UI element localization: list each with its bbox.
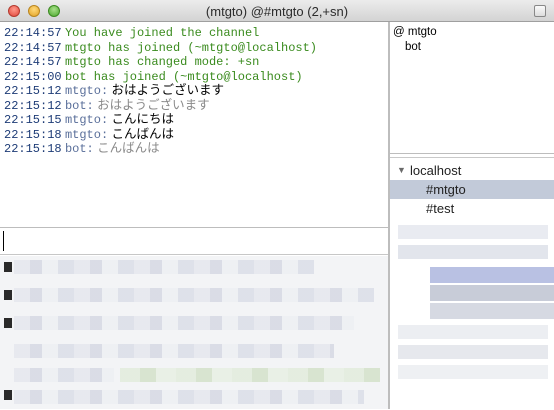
log-line: 22:15:12 mtgto: おはようございます bbox=[0, 83, 388, 98]
blurred-log-region bbox=[0, 256, 388, 409]
timestamp: 22:15:15 bbox=[4, 113, 62, 127]
timestamp: 22:15:18 bbox=[4, 127, 62, 142]
timestamp: 22:15:00 bbox=[4, 69, 62, 84]
log-line: 22:15:12 bot: おはようございます bbox=[0, 98, 388, 113]
blurred-tree-region bbox=[390, 221, 554, 410]
blurred-row bbox=[14, 288, 374, 302]
message-nick[interactable]: mtgto: bbox=[65, 113, 108, 127]
channel-item[interactable]: #mtgto bbox=[390, 180, 554, 199]
channel-name: #test bbox=[426, 201, 455, 216]
system-message: bot has joined (~mtgto@localhost) bbox=[64, 69, 303, 84]
message-input[interactable] bbox=[3, 231, 388, 251]
log-line: 22:14:57 You have joined the channel bbox=[0, 25, 388, 40]
blurred-glyph bbox=[4, 390, 12, 400]
blurred-row bbox=[14, 344, 334, 358]
blurred-row bbox=[14, 390, 364, 404]
blurred-row bbox=[14, 368, 114, 382]
user-list-item[interactable]: @ mtgto bbox=[390, 25, 554, 40]
blurred-row bbox=[14, 316, 354, 330]
system-message: mtgto has changed mode: +sn bbox=[64, 55, 260, 69]
blurred-glyph bbox=[4, 318, 12, 328]
message-nick[interactable]: bot: bbox=[65, 99, 94, 113]
timestamp: 22:14:57 bbox=[4, 26, 62, 40]
timestamp: 22:15:12 bbox=[4, 84, 62, 98]
toolbar-toggle-icon[interactable] bbox=[534, 5, 546, 17]
log-line: 22:14:57 mtgto has joined (~mtgto@localh… bbox=[0, 40, 388, 55]
server-item[interactable]: ▼ localhost bbox=[390, 161, 554, 180]
log-line: 22:14:57 mtgto has changed mode: +sn bbox=[0, 54, 388, 69]
system-message: mtgto has joined (~mtgto@localhost) bbox=[64, 40, 317, 55]
message-text: こんにちは bbox=[111, 112, 175, 126]
blurred-row bbox=[120, 368, 380, 382]
message-nick[interactable]: mtgto: bbox=[65, 84, 108, 98]
message-nick[interactable]: bot: bbox=[65, 142, 94, 156]
log-line: 22:15:18 mtgto: こんばんは bbox=[0, 127, 388, 142]
timestamp: 22:14:57 bbox=[4, 55, 62, 69]
message-text: こんばんは bbox=[111, 126, 175, 141]
log-line: 22:15:18 bot: こんばんは bbox=[0, 141, 388, 156]
server-name: localhost bbox=[410, 163, 462, 178]
window-title: (mtgto) @#mtgto (2,+sn) bbox=[205, 4, 349, 19]
channel-item[interactable]: #test bbox=[390, 199, 554, 218]
message-text: こんばんは bbox=[97, 141, 160, 155]
timestamp: 22:14:57 bbox=[4, 40, 62, 55]
server-tree: ▼ localhost #mtgto #test bbox=[390, 157, 554, 409]
timestamp: 22:15:18 bbox=[4, 142, 62, 156]
disclosure-triangle-icon[interactable]: ▼ bbox=[397, 161, 406, 180]
message-nick[interactable]: mtgto: bbox=[65, 128, 108, 142]
message-text: おはようございます bbox=[97, 97, 210, 112]
user-list: @ mtgto bot bbox=[390, 22, 554, 154]
blurred-glyph bbox=[4, 290, 12, 300]
blurred-glyph bbox=[4, 262, 12, 272]
log-line: 22:15:15 mtgto: こんにちは bbox=[0, 112, 388, 127]
input-bar bbox=[0, 227, 388, 255]
message-text: おはようございます bbox=[111, 83, 225, 97]
system-message: You have joined the channel bbox=[64, 26, 260, 40]
channel-log: 22:14:57 You have joined the channel 22:1… bbox=[0, 22, 388, 227]
log-line: 22:15:00 bot has joined (~mtgto@localhos… bbox=[0, 69, 388, 84]
title-bar: (mtgto) @#mtgto (2,+sn) bbox=[0, 0, 554, 22]
user-list-item[interactable]: bot bbox=[390, 40, 554, 55]
blurred-row bbox=[14, 260, 314, 274]
channel-name: #mtgto bbox=[426, 182, 466, 197]
timestamp: 22:15:12 bbox=[4, 98, 62, 113]
